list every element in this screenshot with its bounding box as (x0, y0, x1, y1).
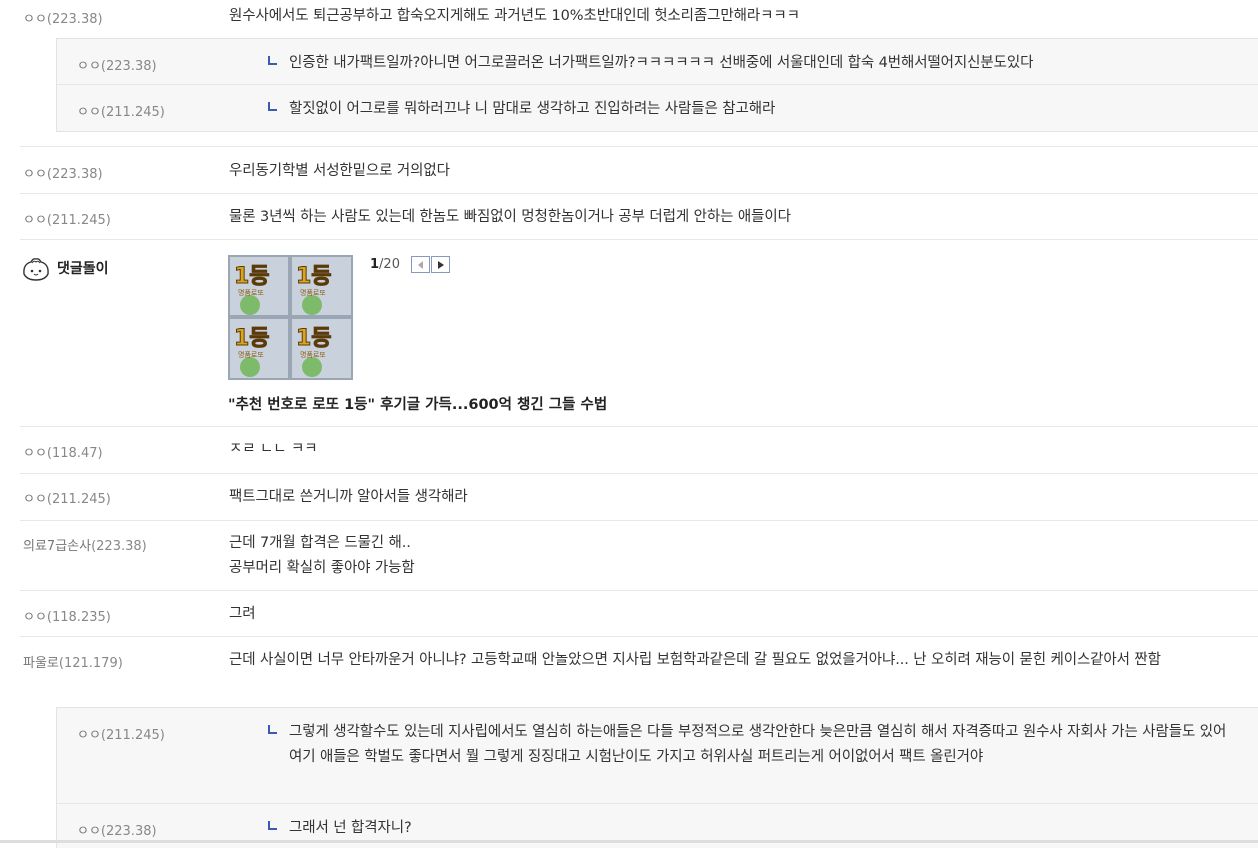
comment-author[interactable]: ㅇㅇ(211.245) (23, 488, 111, 507)
author-nick[interactable]: ㅇㅇ (77, 59, 101, 74)
pager-current: 1 (370, 257, 380, 272)
author-nick[interactable]: ㅇㅇ (23, 213, 47, 228)
svg-text:명품로또: 명품로또 (300, 350, 326, 359)
svg-text:명품로또: 명품로또 (300, 288, 326, 297)
ad-title-link[interactable]: "추천 번호로 로또 1등" 후기글 가득...600억 챙긴 그들 수법 (228, 393, 607, 414)
comment-row: ㅇㅇ(223.38) 원수사에서도 퇴근공부하고 합숙오지게해도 과거년도 10… (0, 0, 1258, 38)
comment-row: ㅇㅇ(223.38) 우리동기학별 서성한밑으로 거의없다 (0, 147, 1258, 193)
ad-thumbnail[interactable]: 1등 1등 1등 1등 명품로또 명품로또 명품로또 명품로또 (228, 255, 353, 380)
comment-text: 원수사에서도 퇴근공부하고 합숙오지게해도 과거년도 10%초반대인데 헛소리좀… (229, 8, 800, 24)
comment-text: ㅈㄹ ㄴㄴ ㅋㅋ (229, 441, 318, 457)
comment-author[interactable]: ㅇㅇ(118.47) (23, 442, 103, 461)
reply-arrow-icon (268, 56, 277, 65)
comment-author[interactable]: 의료7급손사(223.38) (23, 535, 147, 554)
author-nick[interactable]: ㅇㅇ (77, 824, 101, 839)
caret-right-icon (437, 260, 444, 269)
reply-row: ㅇㅇ(223.38) 인증한 내가팩트일까?아니면 어그로끌러온 너가팩트일까?… (57, 39, 1258, 85)
reply-text: 그래서 넌 합격자니? (289, 820, 412, 836)
comment-row: ㅇㅇ(211.245) 팩트그대로 쓴거니까 알아서들 생각해라 (0, 474, 1258, 520)
ad-pager: 1/20 (370, 257, 400, 272)
caret-left-icon (417, 260, 423, 269)
comment-author[interactable]: ㅇㅇ(223.38) (23, 8, 103, 27)
reply-author[interactable]: ㅇㅇ(211.245) (77, 724, 165, 743)
reply-text: 그렇게 생각할수도 있는데 지사립에서도 열심히 하는애들은 다들 부정적으로 … (289, 724, 1227, 765)
comment-author[interactable]: ㅇㅇ(211.245) (23, 209, 111, 228)
comment-author[interactable]: ㅇㅇ(223.38) (23, 163, 103, 182)
divider (20, 239, 1258, 240)
comment-text: 물론 3년씩 하는 사람도 있는데 한놈도 빠짐없이 멍청한놈이거나 공부 더럽… (229, 209, 791, 225)
svg-text:1등: 1등 (296, 264, 332, 289)
svg-text:1등: 1등 (234, 264, 270, 289)
svg-text:명품로또: 명품로또 (238, 288, 264, 297)
svg-text:1등: 1등 (296, 326, 332, 351)
reply-box: ㅇㅇ(223.38) 인증한 내가팩트일까?아니면 어그로끌러온 너가팩트일까?… (56, 38, 1258, 132)
author-ip: (223.38) (100, 59, 157, 74)
author-ip: (118.235) (46, 610, 111, 625)
comment-text-line: 공부머리 확실히 좋아야 가능함 (229, 560, 415, 576)
comment-row: ㅇㅇ(211.245) 물론 3년씩 하는 사람도 있는데 한놈도 빠짐없이 멍… (0, 194, 1258, 240)
comment-row: 파울로(121.179) 근데 사실이면 너무 안타까운거 아니냐? 고등학교때… (0, 637, 1258, 707)
author-nick[interactable]: ㅇㅇ (23, 12, 47, 27)
comment-row: ㅇㅇ(118.47) ㅈㄹ ㄴㄴ ㅋㅋ (0, 427, 1258, 473)
comment-list: ㅇㅇ(223.38) 원수사에서도 퇴근공부하고 합숙오지게해도 과거년도 10… (0, 0, 1258, 848)
author-ip: (223.38) (100, 824, 157, 839)
reply-author[interactable]: ㅇㅇ(223.38) (77, 820, 157, 839)
pager-prev-button[interactable] (411, 256, 430, 273)
reply-row: ㅇㅇ(211.245) 그렇게 생각할수도 있는데 지사립에서도 열심히 하는애… (57, 708, 1258, 804)
author-nick[interactable]: 파울로 (23, 656, 59, 671)
author-nick[interactable]: ㅇㅇ (23, 492, 47, 507)
bot-name[interactable]: 댓글돌이 (57, 258, 109, 278)
author-nick[interactable]: ㅇㅇ (23, 610, 47, 625)
comment-text: 근데 사실이면 너무 안타까운거 아니냐? 고등학교때 안놀았으면 지사립 보험… (229, 652, 1161, 668)
reply-author[interactable]: ㅇㅇ(211.245) (77, 101, 165, 120)
reply-text: 인증한 내가팩트일까?아니면 어그로끌러온 너가팩트일까?ㅋㅋㅋㅋㅋㅋ 선배중에… (289, 55, 1034, 71)
reply-arrow-icon (268, 102, 277, 111)
reply-row: ㅇㅇ(211.245) 할짓없이 어그로를 뭐하러끄냐 니 맘대로 생각하고 진… (57, 85, 1258, 131)
author-ip: (121.179) (58, 656, 123, 671)
author-ip: (223.38) (91, 539, 147, 554)
author-ip: (211.245) (100, 105, 165, 120)
dumpling-bot-icon (23, 258, 49, 281)
reply-text: 할짓없이 어그로를 뭐하러끄냐 니 맘대로 생각하고 진입하려는 사람들은 참고… (289, 101, 776, 117)
comment-text: 우리동기학별 서성한밑으로 거의없다 (229, 163, 450, 179)
comment-text: 근데 7개월 합격은 드물긴 해.. 공부머리 확실히 좋아야 가능함 (229, 531, 1238, 581)
author-nick[interactable]: ㅇㅇ (23, 167, 47, 182)
author-nick[interactable]: ㅇㅇ (23, 446, 47, 461)
reply-box: ㅇㅇ(211.245) 그렇게 생각할수도 있는데 지사립에서도 열심히 하는애… (56, 707, 1258, 848)
author-ip: (118.47) (46, 446, 103, 461)
comment-text: 그려 (229, 606, 256, 622)
author-ip: (211.245) (46, 213, 111, 228)
comment-text-line: 근데 7개월 합격은 드물긴 해.. (229, 535, 411, 551)
author-ip: (223.38) (46, 167, 103, 182)
reply-arrow-icon (268, 725, 277, 734)
comment-row: 의료7급손사(223.38) 근데 7개월 합격은 드물긴 해.. 공부머리 확… (0, 521, 1258, 591)
comment-author[interactable]: 파울로(121.179) (23, 652, 123, 671)
author-ip: (211.245) (100, 728, 165, 743)
pager-total: /20 (379, 257, 400, 272)
svg-text:명품로또: 명품로또 (238, 350, 264, 359)
comment-author[interactable]: ㅇㅇ(118.235) (23, 606, 111, 625)
author-nick[interactable]: ㅇㅇ (77, 728, 101, 743)
comment-text: 팩트그대로 쓴거니까 알아서들 생각해라 (229, 489, 468, 505)
comment-row: ㅇㅇ(118.235) 그려 (0, 591, 1258, 637)
pager-next-button[interactable] (431, 256, 450, 273)
author-nick[interactable]: ㅇㅇ (77, 105, 101, 120)
lotto-image-icon: 1등 1등 1등 1등 명품로또 명품로또 명품로또 명품로또 (228, 255, 353, 380)
author-nick[interactable]: 의료7급손사 (23, 539, 91, 554)
svg-text:1등: 1등 (234, 326, 270, 351)
reply-arrow-icon (268, 821, 277, 830)
reply-author[interactable]: ㅇㅇ(223.38) (77, 55, 157, 74)
author-ip: (223.38) (46, 12, 103, 27)
author-ip: (211.245) (46, 492, 111, 507)
